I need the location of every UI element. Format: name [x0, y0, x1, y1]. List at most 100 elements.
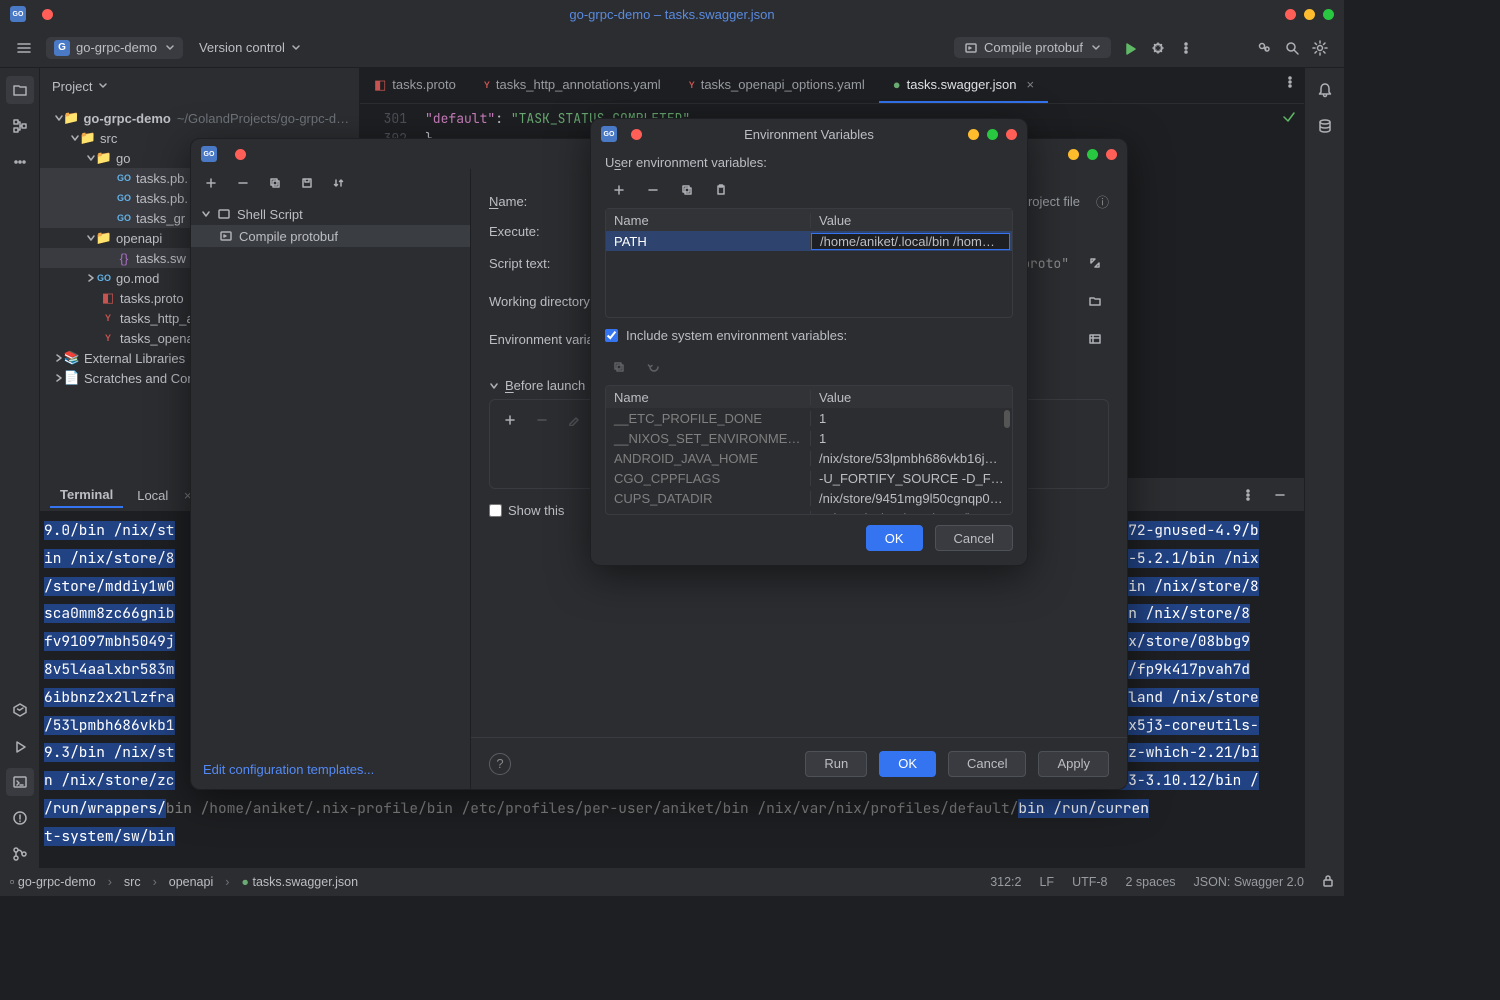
revert-icon [639, 353, 667, 381]
database-icon[interactable] [1311, 112, 1339, 140]
config-group[interactable]: Shell Script [191, 203, 470, 225]
config-item[interactable]: Compile protobuf [191, 225, 470, 247]
project-header[interactable]: Project [40, 68, 359, 104]
project-tool-icon[interactable] [6, 76, 34, 104]
user-env-table[interactable]: NameValue PATH /home/aniket/.local/bin /… [605, 208, 1013, 318]
terminal-options-icon[interactable] [1234, 481, 1262, 509]
add-icon[interactable] [605, 176, 633, 204]
hamburger-icon[interactable] [10, 34, 38, 62]
cancel-button[interactable]: Cancel [935, 525, 1013, 551]
breadcrumb[interactable]: src [124, 875, 141, 889]
editor-tabs: ◧tasks.proto Ytasks_http_annotations.yam… [360, 68, 1304, 104]
env-row-path[interactable]: PATH /home/aniket/.local/bin /home/ani..… [606, 231, 1012, 251]
envvars-browse-icon[interactable] [1081, 325, 1109, 353]
env-row[interactable]: DBUS_SESSION_BUS_ADDRESSunix:path=/run/u… [606, 508, 1012, 515]
sort-icon[interactable] [325, 169, 353, 197]
run-button[interactable]: Run [805, 751, 867, 777]
tab-http-annotations[interactable]: Ytasks_http_annotations.yaml [470, 68, 675, 103]
schema[interactable]: JSON: Swagger 2.0 [1194, 875, 1304, 889]
info-icon[interactable]: ⓘ [1096, 192, 1109, 211]
more-icon[interactable] [1172, 34, 1200, 62]
terminal-tool-icon[interactable] [6, 768, 34, 796]
encoding[interactable]: UTF-8 [1072, 875, 1107, 889]
ok-button[interactable]: OK [879, 751, 936, 777]
env-row[interactable]: CUPS_DATADIR/nix/store/9451mg9l50cgnqp08… [606, 488, 1012, 508]
dialog-close-icon[interactable] [235, 149, 246, 160]
tab-openapi-options[interactable]: Ytasks_openapi_options.yaml [675, 68, 879, 103]
dialog-title: Environment Variables [744, 127, 874, 142]
titlebar: GO go-grpc-demo – tasks.swagger.json [0, 0, 1344, 28]
include-system-checkbox[interactable] [605, 329, 618, 342]
terminal-title[interactable]: Terminal [50, 483, 123, 508]
close-icon[interactable]: × [1026, 77, 1034, 92]
remove-icon [528, 406, 556, 434]
expand-icon[interactable] [1081, 249, 1109, 277]
env-row[interactable]: __NIXOS_SET_ENVIRONMENT_DO...1 [606, 428, 1012, 448]
left-tool-rail [0, 68, 40, 868]
tab-swagger-json[interactable]: ●tasks.swagger.json× [879, 68, 1048, 103]
cursor-position[interactable]: 312:2 [990, 875, 1021, 889]
main-toolbar: Ggo-grpc-demo Version control Compile pr… [0, 28, 1344, 68]
add-icon[interactable] [496, 406, 524, 434]
mac-traffic-lights[interactable] [1277, 9, 1334, 20]
system-env-table[interactable]: NameValue __ETC_PROFILE_DONE1__NIXOS_SET… [605, 385, 1013, 515]
add-icon[interactable] [197, 169, 225, 197]
show-checkbox[interactable] [489, 504, 502, 517]
problems-icon[interactable] [6, 804, 34, 832]
ok-button[interactable]: OK [866, 525, 923, 551]
project-selector[interactable]: Ggo-grpc-demo [46, 37, 183, 59]
statusbar: ▫ go-grpc-demo› src› openapi› ● tasks.sw… [0, 868, 1344, 896]
save-icon[interactable] [293, 169, 321, 197]
run-config-selector[interactable]: Compile protobuf [954, 37, 1111, 58]
env-vars-dialog: GO Environment Variables User environmen… [590, 118, 1028, 566]
copy-icon[interactable] [673, 176, 701, 204]
more-tools-icon[interactable] [6, 148, 34, 176]
env-row[interactable]: ANDROID_JAVA_HOME/nix/store/53lpmbh686vk… [606, 448, 1012, 468]
run-tool-icon[interactable] [6, 732, 34, 760]
go-badge-icon: GO [601, 126, 617, 142]
settings-icon[interactable] [1306, 34, 1334, 62]
breadcrumb[interactable]: openapi [169, 875, 214, 889]
structure-tool-icon[interactable] [6, 112, 34, 140]
readonly-icon[interactable] [1322, 875, 1334, 890]
go-badge-icon: GO [10, 6, 26, 22]
cancel-button[interactable]: Cancel [948, 751, 1026, 777]
search-icon[interactable] [1278, 34, 1306, 62]
copy-icon[interactable] [261, 169, 289, 197]
tab-tasks-proto[interactable]: ◧tasks.proto [360, 68, 470, 103]
scrollbar[interactable] [1004, 410, 1010, 428]
paste-icon[interactable] [707, 176, 735, 204]
run-config-sidebar: Shell Script Compile protobuf Edit confi… [191, 169, 471, 789]
vcs-dropdown[interactable]: Version control [199, 40, 301, 55]
dialog-close-icon[interactable] [631, 129, 642, 140]
tab-options-icon[interactable] [1276, 68, 1304, 96]
browse-icon[interactable] [1081, 287, 1109, 315]
code-with-me-icon[interactable] [1250, 34, 1278, 62]
window-title: go-grpc-demo – tasks.swagger.json [569, 7, 774, 22]
inspection-ok-icon[interactable] [1282, 110, 1296, 127]
edit-templates-link[interactable]: Edit configuration templates... [191, 750, 470, 789]
breadcrumb[interactable]: ● tasks.swagger.json [241, 875, 358, 889]
git-icon[interactable] [6, 840, 34, 868]
remove-icon[interactable] [639, 176, 667, 204]
services-icon[interactable] [6, 696, 34, 724]
go-badge-icon: GO [201, 146, 217, 162]
line-ending[interactable]: LF [1039, 875, 1054, 889]
window-dot [42, 9, 53, 20]
run-button[interactable] [1116, 34, 1144, 62]
debug-button[interactable] [1144, 34, 1172, 62]
help-icon[interactable]: ? [489, 753, 511, 775]
apply-button[interactable]: Apply [1038, 751, 1109, 777]
env-row[interactable]: __ETC_PROFILE_DONE1 [606, 408, 1012, 428]
breadcrumb[interactable]: ▫ go-grpc-demo [10, 875, 96, 889]
indent[interactable]: 2 spaces [1126, 875, 1176, 889]
notifications-icon[interactable] [1311, 76, 1339, 104]
env-row[interactable]: CGO_CPPFLAGS-U_FORTIFY_SOURCE -D_FORTIF.… [606, 468, 1012, 488]
before-launch-label[interactable]: Before launch [505, 378, 585, 393]
user-env-title: User environment variables: [605, 155, 1013, 170]
include-system-label: Include system environment variables: [626, 328, 847, 343]
remove-icon[interactable] [229, 169, 257, 197]
right-tool-rail [1304, 68, 1344, 868]
copy-icon [605, 353, 633, 381]
minimize-icon[interactable] [1266, 481, 1294, 509]
